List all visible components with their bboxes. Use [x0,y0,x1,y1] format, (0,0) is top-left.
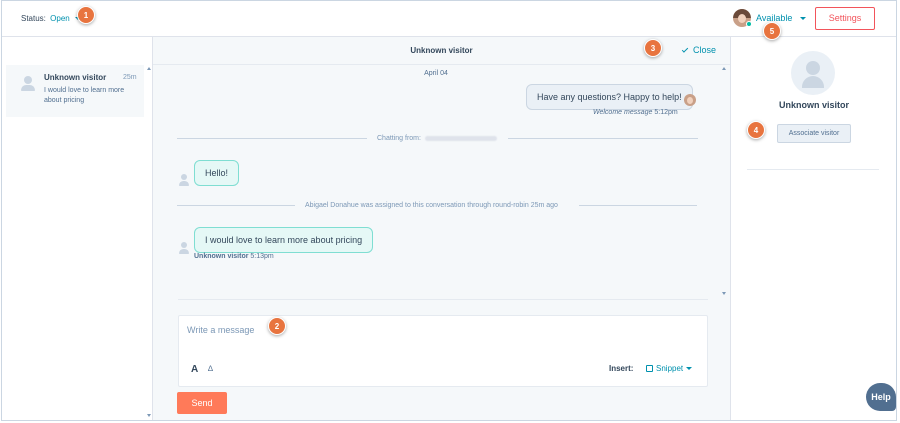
callout-badge: 1 [77,6,95,24]
message-time: 5:13pm [250,253,274,260]
chat-panel: Unknown visitor Close April 04 Have any … [153,37,731,420]
chat-header: Unknown visitor Close [153,37,730,65]
send-button[interactable]: Send [177,392,227,414]
scroll-down-arrow-icon[interactable] [147,414,151,417]
redacted-source [424,135,497,141]
divider [177,138,367,139]
top-bar: Status: Open Available Settings [2,1,896,37]
status-label: Status: [21,14,46,23]
conversation-time: 25m [123,74,137,81]
person-icon [179,174,189,186]
composer-divider [178,299,708,300]
close-label: Close [693,45,717,55]
callout-badge: 2 [268,317,286,335]
status-value: Open [50,14,70,23]
chevron-down-icon [686,367,693,371]
contact-panel: Unknown visitor Associate visitor [731,37,896,420]
assignment-note: Abigael Donahue was assigned to this con… [305,202,558,209]
person-icon [802,61,824,89]
chatting-from-note: Chatting from: [377,135,497,142]
person-icon [179,242,189,254]
message-meta: Unknown visitor 5:13pm [194,253,274,260]
format-text-button[interactable]: A [191,364,198,375]
online-status-dot [746,21,752,27]
date-separator: April 04 [424,70,448,77]
divider [508,138,698,139]
message-meta-label: Welcome message [593,109,653,116]
settings-button[interactable]: Settings [815,7,875,30]
message-meta: Welcome message 5:12pm [593,109,678,116]
list-item[interactable]: Unknown visitor 25m I would love to lear… [6,65,144,117]
insert-label: Insert: [609,364,634,373]
availability-dropdown[interactable]: Available [756,13,806,23]
chat-scrollbar[interactable] [721,67,727,299]
conversation-list: Unknown visitor 25m I would love to lear… [2,37,153,420]
conversation-list-scrollbar[interactable] [146,65,152,420]
message-composer[interactable]: Write a message A ∆ Insert: Snippet [178,315,708,387]
status-dropdown[interactable]: Status: Open [21,14,81,23]
conversation-name: Unknown visitor [44,73,107,82]
callout-badge: 3 [644,39,662,57]
visitor-message-bubble: Hello! [194,160,240,186]
visitor-avatar [791,51,835,95]
agent-message-avatar [684,94,696,106]
help-button[interactable]: Help [866,383,896,411]
agent-message-bubble: Have any questions? Happy to help! [526,84,693,110]
scroll-down-arrow-icon[interactable] [722,292,726,295]
check-icon [681,46,689,53]
message-meta-label: Unknown visitor [194,253,249,260]
callout-badge: 5 [763,22,781,40]
snippet-dropdown[interactable]: Snippet [646,364,693,373]
snippet-label: Snippet [656,364,684,373]
scroll-up-arrow-icon[interactable] [722,67,726,70]
callout-badge: 4 [747,121,765,139]
associate-visitor-button[interactable]: Associate visitor [777,124,851,143]
message-input[interactable]: Write a message [187,325,254,335]
link-icon[interactable]: ∆ [208,364,213,373]
chatting-from-label: Chatting from: [377,135,421,142]
divider [177,205,295,206]
close-conversation-button[interactable]: Close [681,45,717,55]
divider [747,169,879,170]
person-icon [21,76,35,92]
visitor-name: Unknown visitor [778,100,849,110]
snippet-icon [646,365,653,372]
message-time: 5:12pm [654,109,678,116]
conversation-preview: I would love to learn more about pricing [44,87,125,104]
scroll-up-arrow-icon[interactable] [147,67,151,70]
app-window: Status: Open Available Settings Unknown … [1,0,897,421]
visitor-message-bubble: I would love to learn more about pricing [194,227,374,253]
chevron-down-icon [799,17,806,21]
divider [579,205,697,206]
